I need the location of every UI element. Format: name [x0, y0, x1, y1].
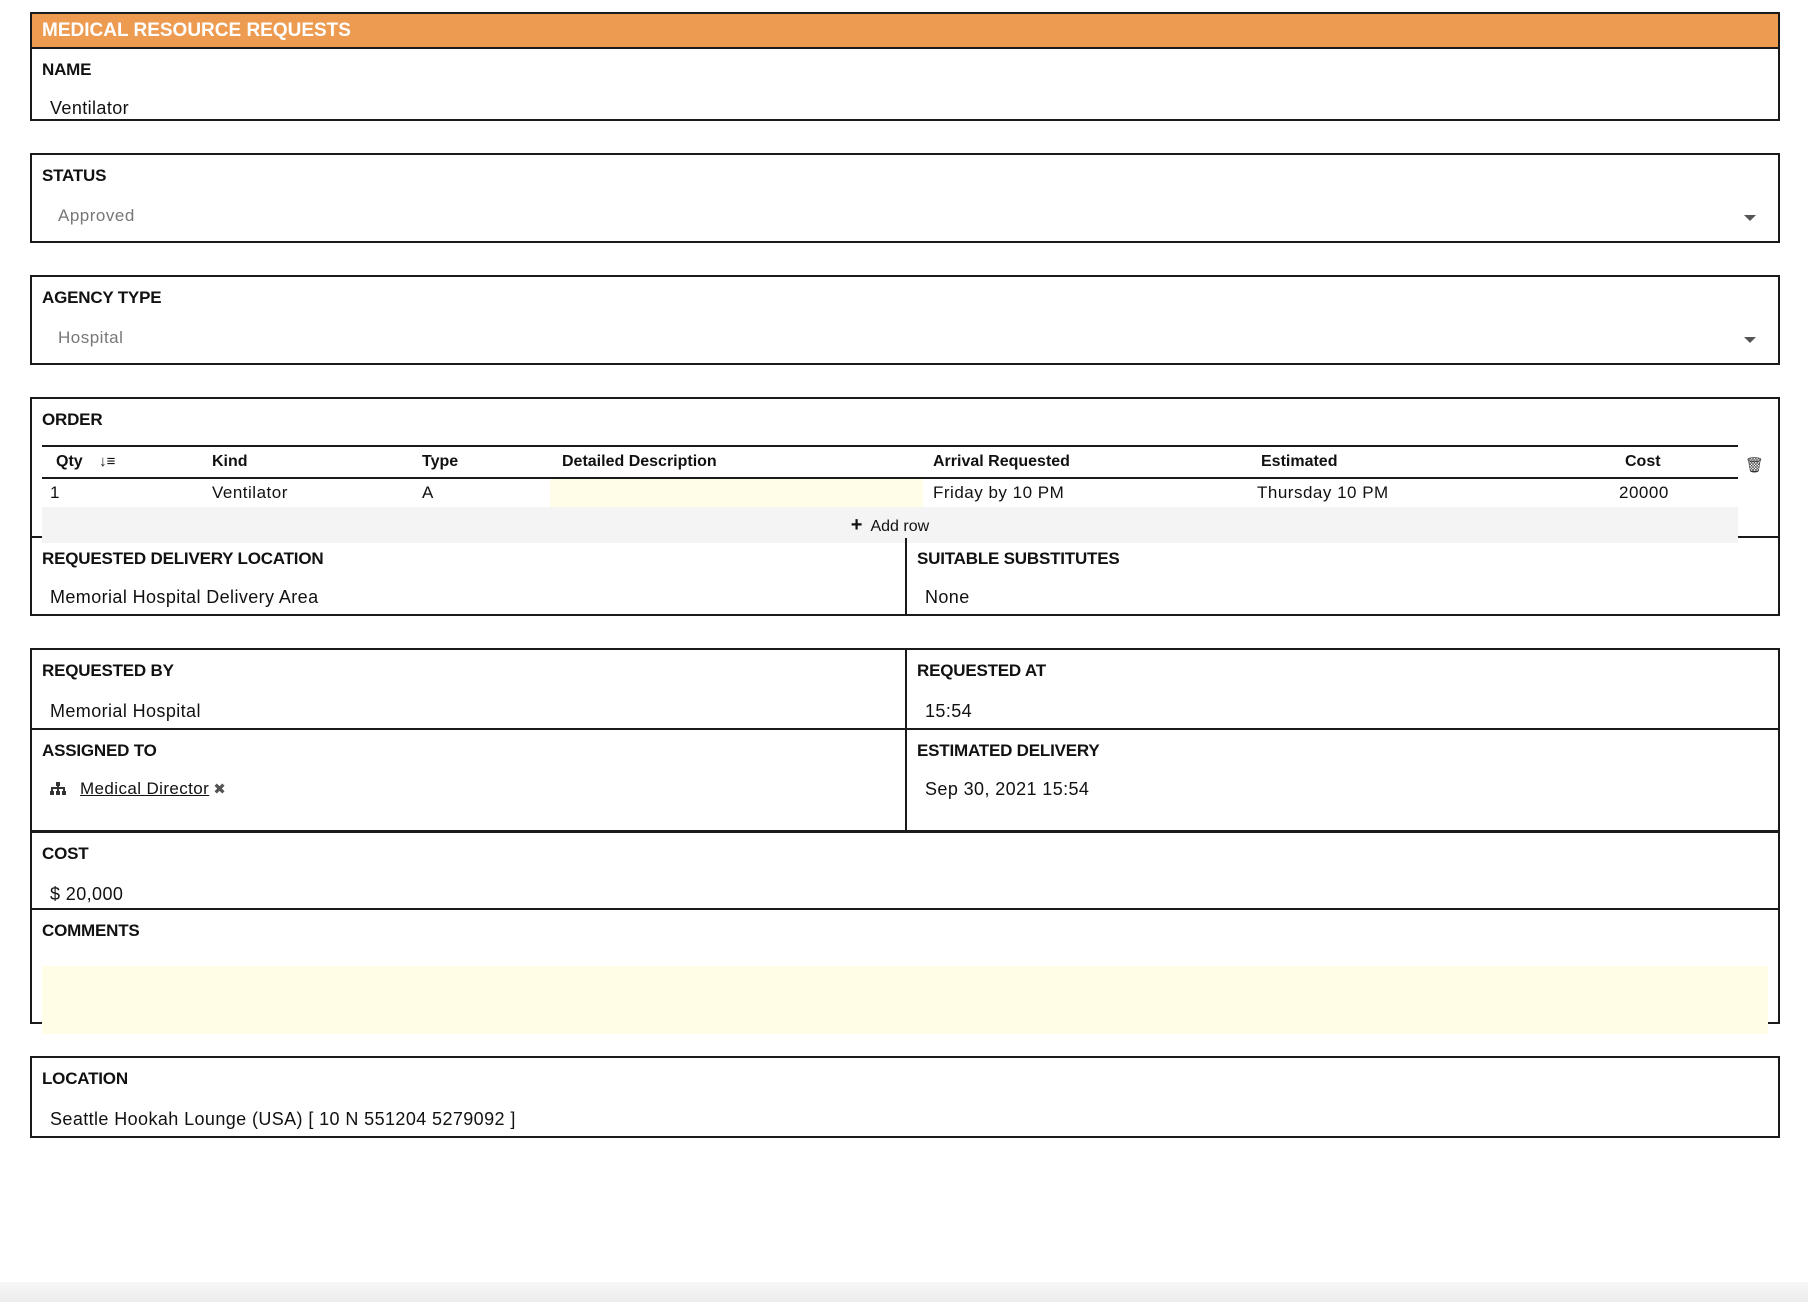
column-header-estimated[interactable]: Estimated	[1255, 445, 1585, 479]
form-title: MEDICAL RESOURCE REQUESTS	[32, 14, 1778, 49]
location-label: LOCATION	[42, 1069, 128, 1088]
assignee-link[interactable]: Medical Director	[76, 779, 209, 799]
order-table-header: Qty ↓≡ Kind Type Detailed Description Ar…	[42, 445, 1738, 479]
cell-kind[interactable]: Ventilator	[212, 478, 422, 507]
agency-type-field[interactable]: AGENCY TYPE Hospital	[32, 277, 1778, 363]
comments-input[interactable]	[42, 966, 1768, 1034]
plus-icon: +	[850, 514, 863, 536]
requested-by-value[interactable]: Memorial Hospital	[32, 681, 905, 722]
cell-qty[interactable]: 1	[42, 478, 212, 507]
cell-cost[interactable]: 20000	[1585, 478, 1738, 507]
column-header-description[interactable]: Detailed Description	[550, 445, 923, 479]
cost-label: COST	[42, 844, 89, 863]
delivery-location-label: REQUESTED DELIVERY LOCATION	[42, 549, 324, 568]
close-icon[interactable]: ✖	[213, 780, 226, 798]
column-header-kind[interactable]: Kind	[212, 445, 422, 479]
substitutes-value[interactable]: None	[907, 569, 1778, 608]
assigned-row: ASSIGNED TO Medical Director ✖ ESTIMATED…	[32, 728, 1778, 830]
name-section: MEDICAL RESOURCE REQUESTS NAME Ventilato…	[30, 12, 1780, 121]
cost-field: COST $ 20,000	[32, 830, 1778, 908]
order-section: ORDER Qty ↓≡ Kind Type Detailed Descript…	[30, 397, 1780, 616]
agency-type-section: AGENCY TYPE Hospital	[30, 275, 1780, 365]
status-label: STATUS	[42, 166, 107, 185]
location-field: LOCATION Seattle Hookah Lounge (USA) [ 1…	[32, 1058, 1778, 1130]
order-table: Qty ↓≡ Kind Type Detailed Description Ar…	[42, 445, 1738, 507]
chevron-down-icon[interactable]	[1744, 337, 1756, 343]
order-table-wrap: Qty ↓≡ Kind Type Detailed Description Ar…	[32, 445, 1778, 543]
column-header-type[interactable]: Type	[422, 445, 550, 479]
requested-by-field: REQUESTED BY Memorial Hospital	[32, 650, 905, 728]
cell-type[interactable]: A	[422, 478, 550, 507]
name-value[interactable]: Ventilator	[32, 80, 1778, 119]
column-header-qty[interactable]: Qty ↓≡	[42, 445, 212, 479]
substitutes-field: SUITABLE SUBSTITUTES None	[905, 538, 1778, 616]
comments-label: COMMENTS	[42, 921, 140, 940]
sort-numeric-icon[interactable]: ↓≡	[99, 453, 115, 470]
name-label: NAME	[42, 60, 92, 79]
estimated-delivery-field: ESTIMATED DELIVERY Sep 30, 2021 15:54	[905, 730, 1778, 830]
cell-description[interactable]	[550, 478, 923, 507]
delivery-location-field: REQUESTED DELIVERY LOCATION Memorial Hos…	[32, 538, 905, 616]
name-field: NAME Ventilator	[32, 49, 1778, 119]
requested-at-label: REQUESTED AT	[917, 661, 1046, 680]
assignee-chip: Medical Director ✖	[32, 761, 905, 799]
chevron-down-icon[interactable]	[1744, 215, 1756, 221]
comments-field: COMMENTS	[32, 908, 1778, 1034]
substitutes-label: SUITABLE SUBSTITUTES	[917, 549, 1120, 568]
cell-arrival[interactable]: Friday by 10 PM	[923, 478, 1255, 507]
status-select[interactable]: Approved	[32, 186, 1778, 226]
assigned-to-label: ASSIGNED TO	[42, 741, 157, 760]
cell-estimated[interactable]: Thursday 10 PM	[1255, 478, 1585, 507]
order-label: ORDER	[42, 410, 103, 429]
status-section: STATUS Approved	[30, 153, 1780, 243]
requested-at-field: REQUESTED AT 15:54	[905, 650, 1778, 728]
requested-at-value[interactable]: 15:54	[907, 681, 1778, 722]
status-field[interactable]: STATUS Approved	[32, 155, 1778, 241]
requested-by-label: REQUESTED BY	[42, 661, 174, 680]
agency-type-select[interactable]: Hospital	[32, 308, 1778, 348]
column-header-cost[interactable]: Cost	[1585, 445, 1738, 479]
table-row: 1 Ventilator A Friday by 10 PM Thursday …	[42, 478, 1738, 507]
page-bottom-edge	[0, 1282, 1808, 1302]
delivery-location-value[interactable]: Memorial Hospital Delivery Area	[32, 569, 905, 608]
resource-request-form: MEDICAL RESOURCE REQUESTS NAME Ventilato…	[30, 12, 1780, 1170]
order-field: ORDER Qty ↓≡ Kind Type Detailed Descript…	[32, 399, 1778, 543]
trash-icon[interactable]: 🗑	[1745, 456, 1764, 474]
location-value[interactable]: Seattle Hookah Lounge (USA) [ 10 N 55120…	[32, 1089, 1778, 1130]
estimated-delivery-value[interactable]: Sep 30, 2021 15:54	[907, 761, 1778, 800]
request-details-section: REQUESTED BY Memorial Hospital REQUESTED…	[30, 648, 1780, 1034]
estimated-delivery-label: ESTIMATED DELIVERY	[917, 741, 1100, 760]
location-section: LOCATION Seattle Hookah Lounge (USA) [ 1…	[30, 1056, 1780, 1138]
cost-value[interactable]: $ 20,000	[32, 864, 1778, 905]
agency-type-label: AGENCY TYPE	[42, 288, 162, 307]
column-header-arrival[interactable]: Arrival Requested	[923, 445, 1255, 479]
assigned-to-field: ASSIGNED TO Medical Director ✖	[32, 730, 905, 830]
org-chart-icon	[50, 782, 66, 796]
requested-row: REQUESTED BY Memorial Hospital REQUESTED…	[32, 650, 1778, 728]
delivery-row: REQUESTED DELIVERY LOCATION Memorial Hos…	[32, 536, 1778, 616]
